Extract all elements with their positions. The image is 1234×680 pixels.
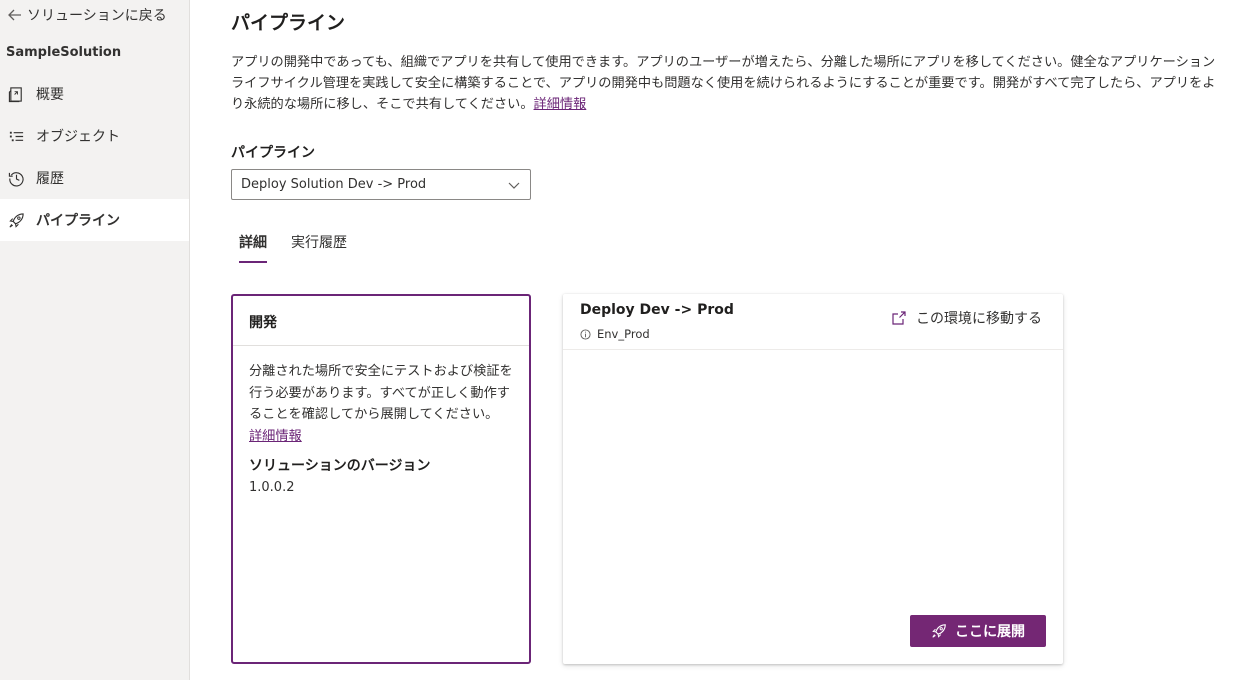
learn-more-link[interactable]: 詳細情報	[534, 97, 587, 112]
chevron-down-icon	[508, 182, 520, 189]
stage-description-text: 分離された場所で安全にテストおよび検証を行う必要があります。すべてが正しく動作す…	[249, 364, 513, 422]
overview-icon	[7, 85, 25, 103]
pipeline-selected-value: Deploy Solution Dev -> Prod	[241, 177, 427, 192]
go-to-environment-link[interactable]: この環境に移動する	[891, 308, 1042, 328]
pipeline-dropdown[interactable]: Deploy Solution Dev -> Prod	[231, 169, 531, 200]
go-to-environment-label: この環境に移動する	[916, 311, 1042, 327]
stage-title: 開発	[233, 296, 529, 346]
sidebar-item-overview[interactable]: 概要	[0, 73, 189, 115]
back-to-solutions-link[interactable]: ソリューションに戻る	[6, 4, 167, 26]
arrow-left-icon	[8, 9, 21, 21]
stage-learn-more-link[interactable]: 詳細情報	[249, 429, 302, 444]
sidebar-item-pipelines[interactable]: パイプライン	[0, 199, 189, 241]
tab-details[interactable]: 詳細	[239, 232, 267, 264]
pipeline-field-label: パイプライン	[231, 145, 315, 161]
open-external-icon	[892, 311, 906, 325]
sidebar-item-label: 履歴	[36, 171, 64, 187]
sidebar-item-label: 概要	[36, 87, 64, 103]
description-text: アプリの開発中であっても、組織でアプリを共有して使用できます。アプリのユーザーが…	[231, 55, 1216, 112]
solution-name: SampleSolution	[6, 45, 122, 60]
rocket-icon	[932, 624, 946, 638]
sidebar: ソリューションに戻る SampleSolution 概要 オブジェクト 履歴 パ…	[0, 0, 190, 680]
objects-list-icon	[7, 127, 25, 145]
page-description: アプリの開発中であっても、組織でアプリを共有して使用できます。アプリのユーザーが…	[231, 52, 1221, 115]
deploy-here-button[interactable]: ここに展開	[910, 615, 1046, 647]
deploy-card: Deploy Dev -> Prod Env_Prod この環境に移動する ここ…	[563, 294, 1063, 664]
deploy-card-header: Deploy Dev -> Prod Env_Prod この環境に移動する	[563, 294, 1063, 350]
environment-row: Env_Prod	[580, 327, 650, 341]
version-label: ソリューションのバージョン	[249, 458, 431, 474]
stage-card: 開発 分離された場所で安全にテストおよび検証を行う必要があります。すべてが正しく…	[231, 294, 531, 664]
deploy-title: Deploy Dev -> Prod	[580, 302, 734, 318]
environment-name: Env_Prod	[597, 327, 650, 341]
rocket-icon	[7, 211, 25, 229]
deploy-button-label: ここに展開	[955, 623, 1025, 639]
tab-run-history[interactable]: 実行履歴	[291, 232, 347, 264]
sidebar-item-label: オブジェクト	[36, 129, 120, 145]
history-icon	[7, 169, 25, 187]
info-icon	[580, 328, 591, 340]
sidebar-item-objects[interactable]: オブジェクト	[0, 115, 189, 157]
page-title: パイプライン	[231, 12, 346, 34]
version-value: 1.0.0.2	[249, 480, 295, 495]
sidebar-item-history[interactable]: 履歴	[0, 157, 189, 199]
sidebar-item-label: パイプライン	[36, 213, 120, 229]
back-link-label: ソリューションに戻る	[27, 8, 167, 24]
stage-description: 分離された場所で安全にテストおよび検証を行う必要があります。すべてが正しく動作す…	[233, 346, 529, 447]
